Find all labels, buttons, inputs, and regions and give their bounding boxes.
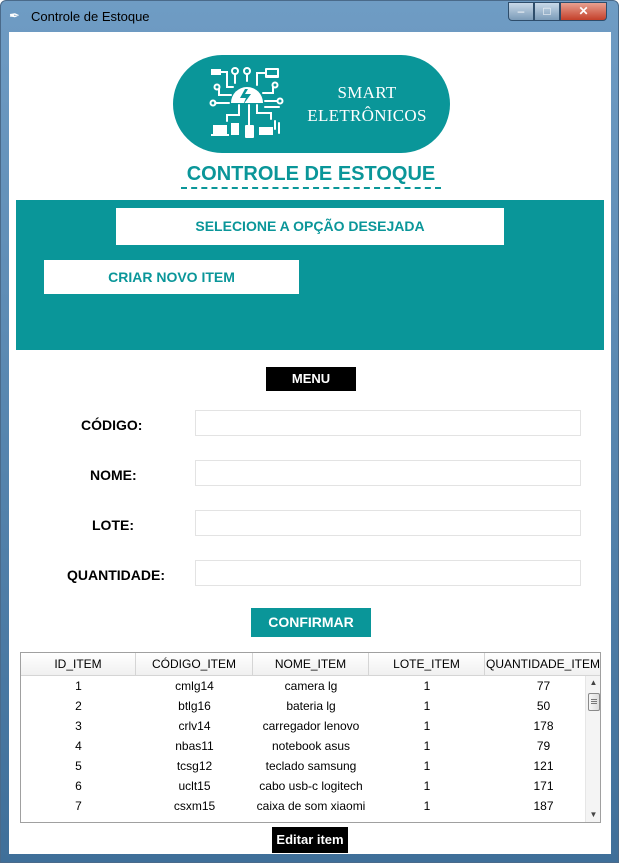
cell-nome: teclado samsung (265, 759, 357, 773)
cell-id: 1 (75, 679, 82, 693)
cell-id: 2 (75, 699, 82, 713)
brand-line-1: SMART (337, 83, 397, 102)
column-header-id[interactable]: ID_ITEM (21, 653, 136, 675)
cell-id: 5 (75, 759, 82, 773)
cell-lote: 1 (423, 799, 431, 813)
app-window: ✒ Controle de Estoque – □ ✕ SMART ELETRÔ… (0, 0, 619, 863)
cell-nome: cabo usb-c logitech (259, 779, 363, 793)
grip-line (591, 701, 597, 702)
table-row[interactable]: 1 cmlg14 camera lg 1 77 (21, 676, 586, 696)
cell-lote: 1 (423, 699, 431, 713)
cell-quantidade: 187 (533, 799, 554, 813)
options-panel: SELECIONE A OPÇÃO DESEJADA CRIAR NOVO IT… (16, 200, 604, 350)
cell-lote: 1 (423, 719, 431, 733)
minimize-button[interactable]: – (508, 2, 534, 21)
window-title: Controle de Estoque (31, 9, 150, 24)
circuit-chip-icon (209, 67, 284, 138)
table-row[interactable]: 5 tcsg12 teclado samsung 1 121 (21, 756, 586, 776)
nome-input[interactable] (195, 460, 581, 486)
main-content: SMART ELETRÔNICOS CONTROLE DE ESTOQUE SE… (9, 32, 611, 854)
cell-quantidade: 171 (533, 779, 554, 793)
page-title: CONTROLE DE ESTOQUE (181, 163, 441, 189)
grip-line (591, 699, 597, 700)
cell-quantidade: 121 (533, 759, 554, 773)
cell-lote: 1 (423, 779, 431, 793)
column-header-codigo[interactable]: CÓDIGO_ITEM (136, 653, 253, 675)
table-row[interactable]: 6 uclt15 cabo usb-c logitech 1 171 (21, 776, 586, 796)
table-row[interactable]: 4 nbas11 notebook asus 1 79 (21, 736, 586, 756)
quantidade-input[interactable] (195, 560, 581, 586)
cell-id: 7 (75, 799, 82, 813)
table-row[interactable]: 7 csxm15 caixa de som xiaomi 1 187 (21, 796, 586, 816)
cell-codigo: nbas11 (175, 739, 214, 753)
stock-table[interactable]: ID_ITEM CÓDIGO_ITEM NOME_ITEM LOTE_ITEM … (20, 652, 601, 823)
column-header-quantidade[interactable]: QUANTIDADE_ITEM (485, 653, 600, 675)
cell-quantidade: 50 (536, 699, 551, 713)
column-header-nome[interactable]: NOME_ITEM (253, 653, 369, 675)
cell-quantidade: 77 (536, 679, 551, 693)
brand-name: SMART ELETRÔNICOS (297, 81, 437, 127)
cell-id: 3 (75, 719, 82, 733)
maximize-button[interactable]: □ (534, 2, 560, 21)
cell-codigo: cmlg14 (175, 679, 214, 693)
lote-input[interactable] (195, 510, 581, 536)
table-scrollbar[interactable]: ▲ ▼ (585, 676, 600, 822)
cell-codigo: crlv14 (178, 719, 211, 733)
grip-line (591, 703, 597, 704)
codigo-input[interactable] (195, 410, 581, 436)
title-bar[interactable]: ✒ Controle de Estoque – □ ✕ (1, 1, 618, 31)
cell-lote: 1 (423, 739, 431, 753)
cell-lote: 1 (423, 679, 431, 693)
cell-id: 4 (75, 739, 82, 753)
column-header-lote[interactable]: LOTE_ITEM (369, 653, 485, 675)
cell-codigo: btlg16 (178, 699, 211, 713)
cell-quantidade: 178 (533, 719, 554, 733)
scroll-down-arrow-icon[interactable]: ▼ (586, 808, 600, 822)
table-header: ID_ITEM CÓDIGO_ITEM NOME_ITEM LOTE_ITEM … (21, 653, 600, 676)
cell-quantidade: 79 (536, 739, 551, 753)
cell-nome: notebook asus (271, 739, 351, 753)
cell-id: 6 (75, 779, 82, 793)
scroll-up-arrow-icon[interactable]: ▲ (586, 676, 600, 690)
menu-button[interactable]: MENU (266, 367, 356, 391)
cell-codigo: uclt15 (178, 779, 211, 793)
panel-title: SELECIONE A OPÇÃO DESEJADA (116, 208, 504, 245)
cell-nome: bateria lg (286, 699, 336, 713)
codigo-label: CÓDIGO: (81, 417, 143, 433)
quantidade-label: QUANTIDADE: (67, 567, 165, 583)
lote-label: LOTE: (92, 517, 134, 533)
table-row[interactable]: 2 btlg16 bateria lg 1 50 (21, 696, 586, 716)
cell-codigo: csxm15 (173, 799, 216, 813)
feather-icon: ✒ (9, 8, 20, 23)
cell-nome: caixa de som xiaomi (256, 799, 366, 813)
cell-lote: 1 (423, 759, 431, 773)
edit-item-button[interactable]: Editar item (272, 827, 348, 853)
table-row[interactable]: 3 crlv14 carregador lenovo 1 178 (21, 716, 586, 736)
scroll-thumb[interactable] (588, 693, 600, 711)
brand-line-2: ELETRÔNICOS (307, 106, 427, 125)
cell-codigo: tcsg12 (176, 759, 213, 773)
create-item-button[interactable]: CRIAR NOVO ITEM (44, 260, 299, 294)
close-button[interactable]: ✕ (560, 2, 607, 21)
cell-nome: carregador lenovo (262, 719, 360, 733)
confirm-button[interactable]: CONFIRMAR (251, 608, 371, 637)
brand-logo: SMART ELETRÔNICOS (173, 55, 450, 153)
cell-nome: camera lg (284, 679, 338, 693)
nome-label: NOME: (90, 467, 137, 483)
